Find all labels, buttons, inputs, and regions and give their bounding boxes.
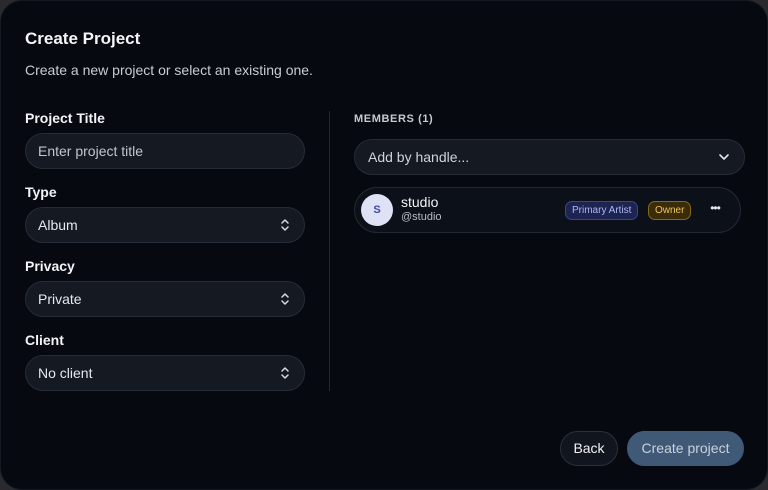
project-title-field: Project Title Enter project title [25,109,305,183]
updown-chevron-icon [281,219,289,231]
privacy-field: Privacy Private [25,257,305,331]
client-value: No client [38,365,93,381]
chevron-down-icon [719,154,729,160]
dialog-subtitle: Create a new project or select an existi… [25,62,313,78]
project-title-placeholder: Enter project title [38,143,144,159]
project-title-input[interactable]: Enter project title [25,133,305,169]
add-member-placeholder: Add by handle... [368,149,470,165]
avatar: S [361,194,393,226]
member-handle: @studio [401,211,442,223]
client-field: Client No client [25,331,305,405]
add-member-select[interactable]: Add by handle... [354,139,745,175]
privacy-select[interactable]: Private [25,281,305,317]
column-divider [329,111,330,391]
privacy-label: Privacy [25,258,75,274]
client-label: Client [25,332,64,348]
updown-chevron-icon [281,293,289,305]
member-name: studio [401,194,439,210]
owner-badge: Owner [648,201,692,220]
dialog-title: Create Project [25,29,141,48]
privacy-value: Private [38,291,82,307]
type-value: Album [38,217,78,233]
members-panel: MEMBERS (1) Add by handle... S studio @s… [354,111,745,233]
type-label: Type [25,184,57,200]
project-form: Project Title Enter project title Type A… [25,109,305,405]
back-button[interactable]: Back [560,431,618,466]
member-row: S studio @studio Primary Artist Owner ••… [354,187,741,233]
type-select[interactable]: Album [25,207,305,243]
create-project-button[interactable]: Create project [627,431,744,466]
create-project-dialog: Create Project Create a new project or s… [0,0,768,490]
client-select[interactable]: No client [25,355,305,391]
project-title-label: Project Title [25,110,105,126]
updown-chevron-icon [281,367,289,379]
more-options-icon[interactable]: ••• [705,201,725,219]
role-badge[interactable]: Primary Artist [565,201,639,220]
members-heading: MEMBERS (1) [354,113,434,125]
type-field: Type Album [25,183,305,257]
